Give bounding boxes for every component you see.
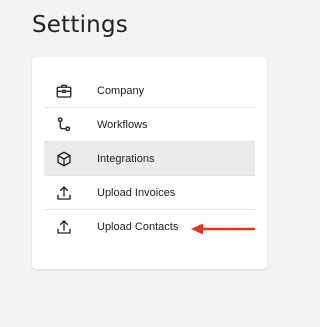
- menu-item-upload-invoices[interactable]: Upload Invoices: [44, 176, 255, 210]
- menu-item-label: Upload Contacts: [97, 221, 179, 233]
- menu-item-label: Workflows: [97, 118, 148, 131]
- upload-icon: [55, 218, 73, 236]
- settings-menu-card: Company Workflows Integrations Upload In…: [32, 57, 267, 269]
- page-title: Settings: [32, 12, 128, 38]
- menu-item-company[interactable]: Company: [44, 74, 255, 108]
- cube-icon: [55, 150, 73, 168]
- settings-menu: Company Workflows Integrations Upload In…: [44, 74, 255, 244]
- annotation-arrow: [191, 223, 256, 235]
- menu-item-label: Integrations: [97, 152, 155, 165]
- menu-item-label: Upload Invoices: [97, 186, 176, 199]
- upload-icon: [55, 184, 73, 202]
- menu-item-label: Company: [97, 84, 145, 97]
- menu-item-integrations[interactable]: Integrations: [44, 142, 255, 176]
- git-branch-icon: [55, 116, 73, 134]
- menu-item-workflows[interactable]: Workflows: [44, 108, 255, 142]
- briefcase-icon: [55, 82, 73, 100]
